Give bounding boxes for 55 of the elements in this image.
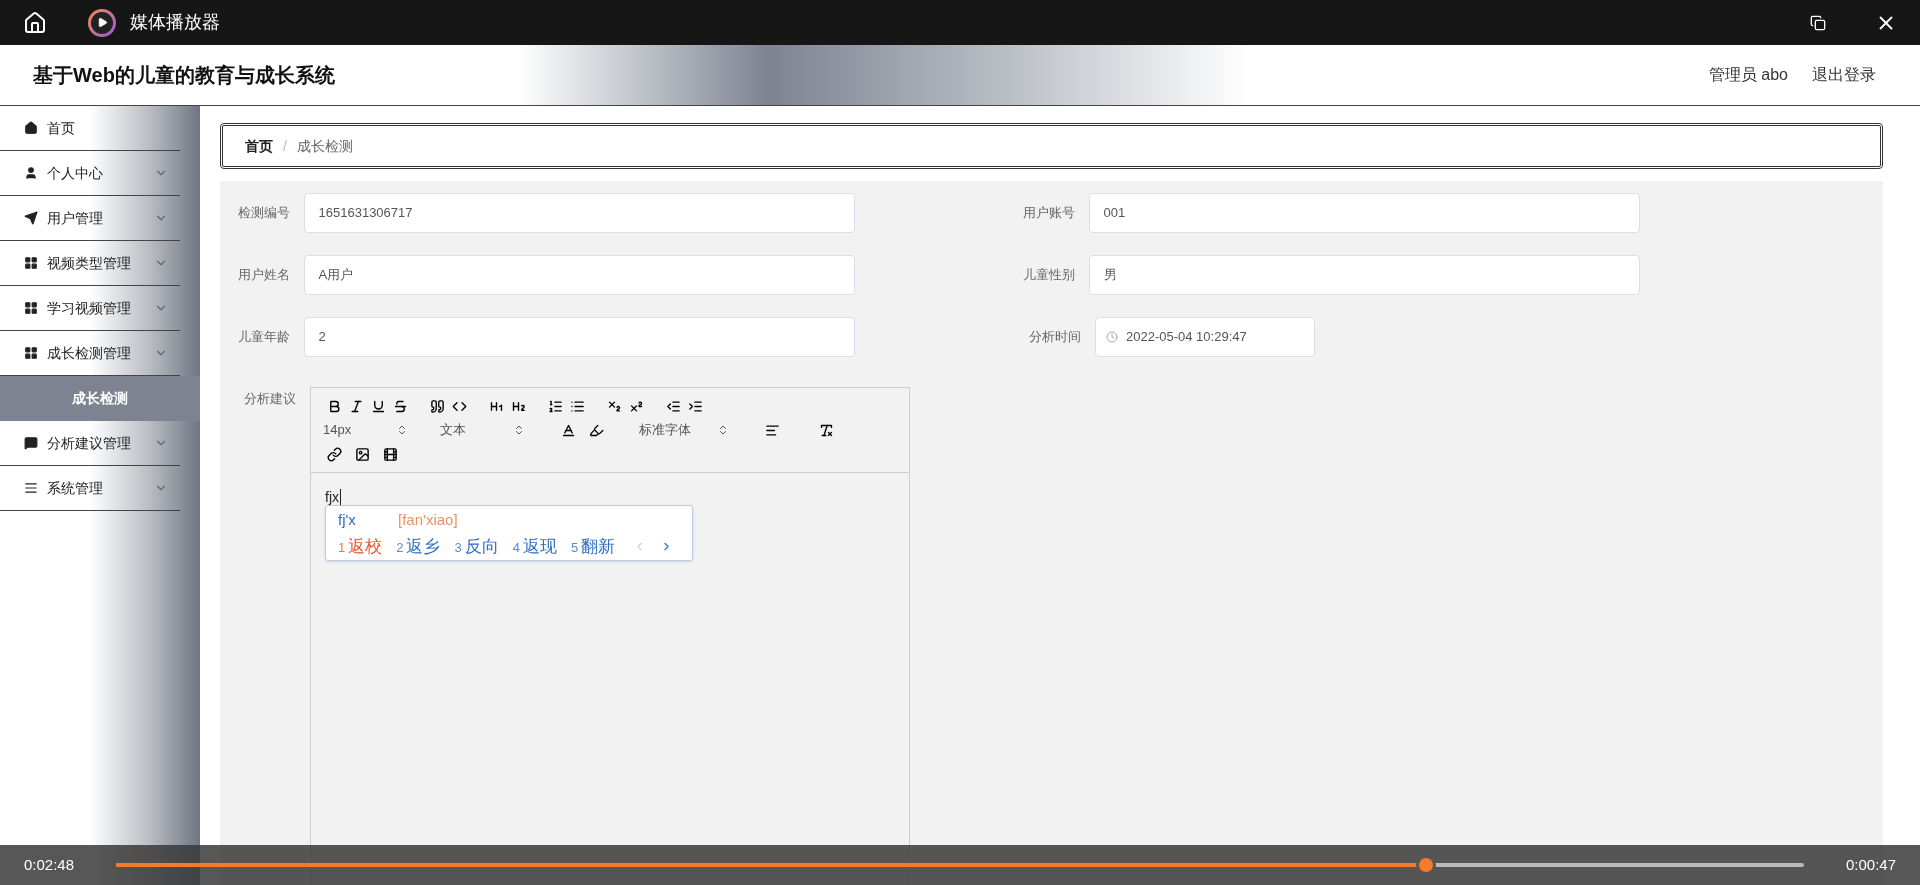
dropdown-select[interactable]: 14px: [323, 420, 408, 440]
dropdown-select[interactable]: 文本: [440, 420, 525, 440]
play-icon: [88, 8, 116, 37]
user-name: 管理员 abo: [1708, 65, 1788, 85]
caret-icon: [717, 424, 729, 436]
field-label: 儿童性别: [1021, 266, 1076, 285]
breadcrumb-link[interactable]: 成长检测: [296, 135, 353, 157]
site-title: 基于Web的儿童的教育与成长系统: [33, 63, 335, 88]
logout-link[interactable]: 退出登录: [1812, 63, 1876, 87]
input-field[interactable]: 男: [1088, 255, 1640, 295]
ime-candidate[interactable]: 4 返现: [512, 533, 557, 559]
sidebar-item[interactable]: 学习视频管理: [0, 286, 180, 331]
field-label: 儿童年龄: [236, 328, 291, 347]
home-icon: [24, 121, 38, 135]
window-title: 媒体播放器: [130, 11, 220, 34]
chat-icon: [24, 436, 38, 450]
grid-icon: [24, 346, 38, 360]
restore-icon: [1810, 14, 1826, 31]
ime-candidate[interactable]: 5 翻新: [570, 533, 616, 559]
ime-pinyin: [fan'xiao]: [398, 510, 458, 530]
field-label: 分析时间: [1028, 328, 1082, 347]
input-field[interactable]: 2: [303, 317, 855, 357]
sidebar-item[interactable]: 系统管理: [0, 466, 180, 511]
caret-icon: [513, 424, 525, 436]
date-field[interactable]: 2022-05-04 10:29:47: [1095, 317, 1315, 357]
elapsed-time: 0:02:48: [24, 854, 76, 875]
home-icon: [23, 10, 47, 35]
field-label: 分析建议: [243, 390, 297, 408]
user-icon: [24, 166, 38, 180]
sidebar-subitem[interactable]: 成长检测: [0, 376, 200, 421]
sidebar-item[interactable]: 用户管理: [0, 196, 180, 241]
ime-candidate[interactable]: 2 返乡: [396, 533, 441, 559]
ime-candidate[interactable]: 3 反向: [454, 533, 499, 559]
paper-plane-icon: [24, 211, 38, 225]
breadcrumb-link[interactable]: 首页: [245, 135, 273, 157]
ime-candidate[interactable]: 1 返校: [338, 533, 383, 559]
dropdown-select[interactable]: 标准字体: [639, 420, 729, 440]
sidebar-item[interactable]: 首页: [0, 106, 180, 151]
field-label: 检测编号: [236, 204, 291, 223]
sidebar-item[interactable]: 视频类型管理: [0, 241, 180, 286]
sidebar-item[interactable]: 分析建议管理: [0, 421, 180, 466]
caret-icon: [396, 424, 408, 436]
menu-icon: [24, 481, 38, 495]
input-field[interactable]: 1651631306717: [303, 193, 855, 233]
field-label: 用户账号: [1021, 204, 1076, 223]
field-label: 用户姓名: [236, 266, 291, 285]
breadcrumb-separator: /: [283, 136, 287, 156]
clock-icon: [1106, 331, 1118, 343]
ime-composition: fj'x: [338, 510, 357, 530]
remaining-time: 0:00:47: [1844, 854, 1896, 875]
sidebar-item[interactable]: 个人中心: [0, 151, 180, 196]
grid-icon: [24, 256, 38, 270]
grid-icon: [24, 301, 38, 315]
input-field[interactable]: A用户: [303, 255, 855, 295]
input-field[interactable]: 001: [1088, 193, 1640, 233]
